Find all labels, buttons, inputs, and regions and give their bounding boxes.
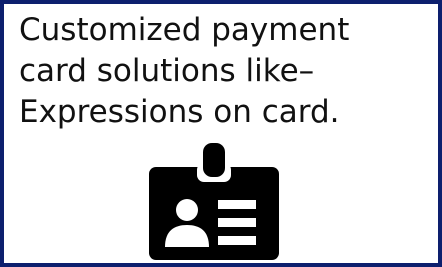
caption-line-2: card solutions like– bbox=[19, 53, 315, 89]
id-badge-icon bbox=[149, 143, 279, 260]
card-caption: Customized payment card solutions like– … bbox=[19, 10, 439, 133]
caption-line-1: Customized payment bbox=[19, 12, 350, 48]
caption-line-3: Expressions on card. bbox=[19, 94, 340, 130]
info-card: Customized payment card solutions like– … bbox=[0, 0, 442, 267]
